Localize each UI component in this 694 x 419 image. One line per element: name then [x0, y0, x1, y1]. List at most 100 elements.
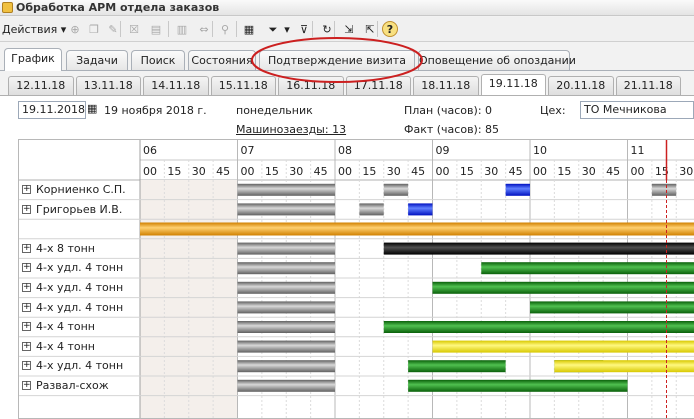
minute-label: 00 [631, 165, 645, 178]
schedule-bar [383, 242, 694, 255]
date-tab[interactable]: 14.11.18 [143, 76, 209, 95]
fact-hours: Факт (часов): 85 [404, 123, 500, 136]
minute-label: 15 [460, 165, 474, 178]
minute-label: 30 [582, 165, 596, 178]
hour-label: 11 [631, 144, 645, 157]
expand-icon[interactable]: + [22, 204, 31, 214]
find-icon[interactable]: ⚲ [216, 20, 234, 38]
date-tab[interactable]: 18.11.18 [413, 76, 479, 95]
row-label: 4-х удл. 4 тонн [36, 300, 124, 314]
date-tab[interactable]: 21.11.18 [615, 76, 681, 95]
tab-2[interactable]: Задачи [66, 50, 128, 70]
expand-icon[interactable]: + [22, 263, 31, 273]
date-tab[interactable]: 13.11.18 [75, 76, 141, 95]
hour-label: 06 [143, 144, 157, 157]
tab-3[interactable]: Поиск [131, 50, 185, 70]
row-label: 4-х 4 тонн [36, 320, 95, 334]
row-label: 4-х 8 тонн [36, 241, 95, 255]
shop-label: Цех: [540, 104, 566, 117]
actions-menu-label: Действия [2, 23, 58, 36]
minute-label: 15 [167, 165, 181, 178]
filter-dropdown-icon[interactable]: ▾ [282, 20, 292, 38]
minute-label: 45 [411, 165, 425, 178]
minute-label: 00 [436, 165, 450, 178]
expand-icon[interactable]: + [22, 283, 31, 292]
date-tabs: 12.11.18 13.11.18 14.11.18 15.11.18 16.11.18… [0, 73, 694, 95]
list-icon[interactable]: ▦ [240, 20, 258, 38]
minute-label: 15 [362, 165, 376, 178]
schedule-bar [530, 301, 694, 314]
date-tab[interactable]: 16.11.18 [278, 76, 344, 95]
plan-hours: План (часов): 0 [404, 104, 493, 117]
expand-icon[interactable]: + [22, 361, 31, 371]
copy-icon[interactable]: ❐ [85, 20, 103, 38]
toolbar: Действия ▾ ⊕ ❐ ✎ ☒ ▤ ▥ ⇔ ⚲ ▦ ⏷ ▾ ⊽ ↻ ⇲ ⇱? [0, 17, 694, 42]
minute-label: 30 [484, 165, 498, 178]
schedule-bar [359, 203, 384, 216]
tab-6[interactable]: Оповещение об опоздании [418, 50, 576, 70]
import-icon[interactable]: ⇲ [340, 20, 358, 38]
filter-off-icon[interactable]: ⊽ [295, 20, 313, 38]
machine-visits-link[interactable]: Машинозаезды: 13 [236, 123, 346, 136]
delete-icon[interactable]: ☒ [125, 20, 143, 38]
expand-icon[interactable]: + [22, 185, 31, 194]
minute-label: 15 [265, 165, 279, 178]
expand-icon[interactable]: + [22, 341, 31, 351]
row-label: 4-х удл. 4 тонн [36, 359, 124, 373]
expand-icon[interactable]: + [22, 243, 31, 253]
tab-5[interactable]: Подтверждение визита [259, 50, 415, 70]
minute-label: 45 [314, 165, 328, 178]
minute-label: 45 [606, 165, 620, 178]
tab-1[interactable]: График [4, 48, 62, 71]
date-tab[interactable]: 12.11.18 [8, 76, 74, 95]
shop-field[interactable]: ТО Мечникова [580, 101, 694, 119]
add-icon[interactable]: ⊕ [66, 20, 84, 38]
main-tabs: График Задачи Поиск Состояния Подтверждение … [0, 46, 694, 72]
schedule-bar [383, 183, 409, 196]
minute-label: 30 [192, 165, 206, 178]
schedule-bar [237, 242, 335, 255]
filter-icon[interactable]: ⏷ [264, 20, 282, 38]
schedule-bar [237, 379, 335, 392]
minute-label: 30 [679, 165, 693, 178]
date-tab[interactable]: 19.11.18 [480, 74, 546, 95]
minute-label: 00 [338, 165, 352, 178]
schedule-bar [237, 340, 335, 353]
minute-label: 30 [289, 165, 303, 178]
toolbar-separator [120, 21, 121, 37]
date-tab[interactable]: 17.11.18 [345, 76, 411, 95]
date-tab[interactable]: 20.11.18 [548, 76, 614, 95]
schedule-bar [408, 379, 628, 392]
minute-label: 45 [216, 165, 230, 178]
weekday-label: понедельник [236, 104, 313, 117]
expand-icon[interactable]: + [22, 302, 31, 312]
minute-label: 00 [533, 165, 547, 178]
unpost-icon[interactable]: ▥ [173, 20, 191, 38]
tab-4[interactable]: Состояния [188, 50, 256, 70]
row-label: Григорьев И.В. [36, 202, 123, 216]
post-icon[interactable]: ▤ [147, 20, 165, 38]
minute-label: 00 [241, 165, 255, 178]
minute-label: 30 [387, 165, 401, 178]
tab-strip-line [0, 70, 694, 71]
expand-icon[interactable]: + [22, 381, 31, 390]
schedule-bar [651, 183, 677, 196]
date-tab[interactable]: 15.11.18 [210, 76, 276, 95]
hour-label: 09 [436, 144, 450, 157]
schedule-bar [140, 222, 694, 236]
actions-menu-button[interactable]: Действия ▾ [2, 21, 66, 38]
help-icon[interactable]: ? [382, 21, 398, 37]
expand-icon[interactable]: + [22, 322, 31, 332]
schedule-bar [237, 262, 335, 275]
row-label: Развал-схож [36, 379, 109, 392]
schedule-bar [408, 360, 506, 373]
window-title: Обработка АРМ отдела заказов [16, 1, 220, 14]
row-label: 4-х 4 тонн [36, 339, 95, 353]
hour-label: 07 [241, 144, 255, 157]
schedule-bar [237, 281, 335, 294]
calendar-icon[interactable]: ▦ [87, 102, 98, 116]
toolbar-separator [377, 21, 378, 37]
schedule-bar [237, 301, 335, 314]
goto-icon[interactable]: ⇔ [195, 20, 213, 38]
date-field[interactable]: 19.11.2018 [18, 101, 86, 119]
